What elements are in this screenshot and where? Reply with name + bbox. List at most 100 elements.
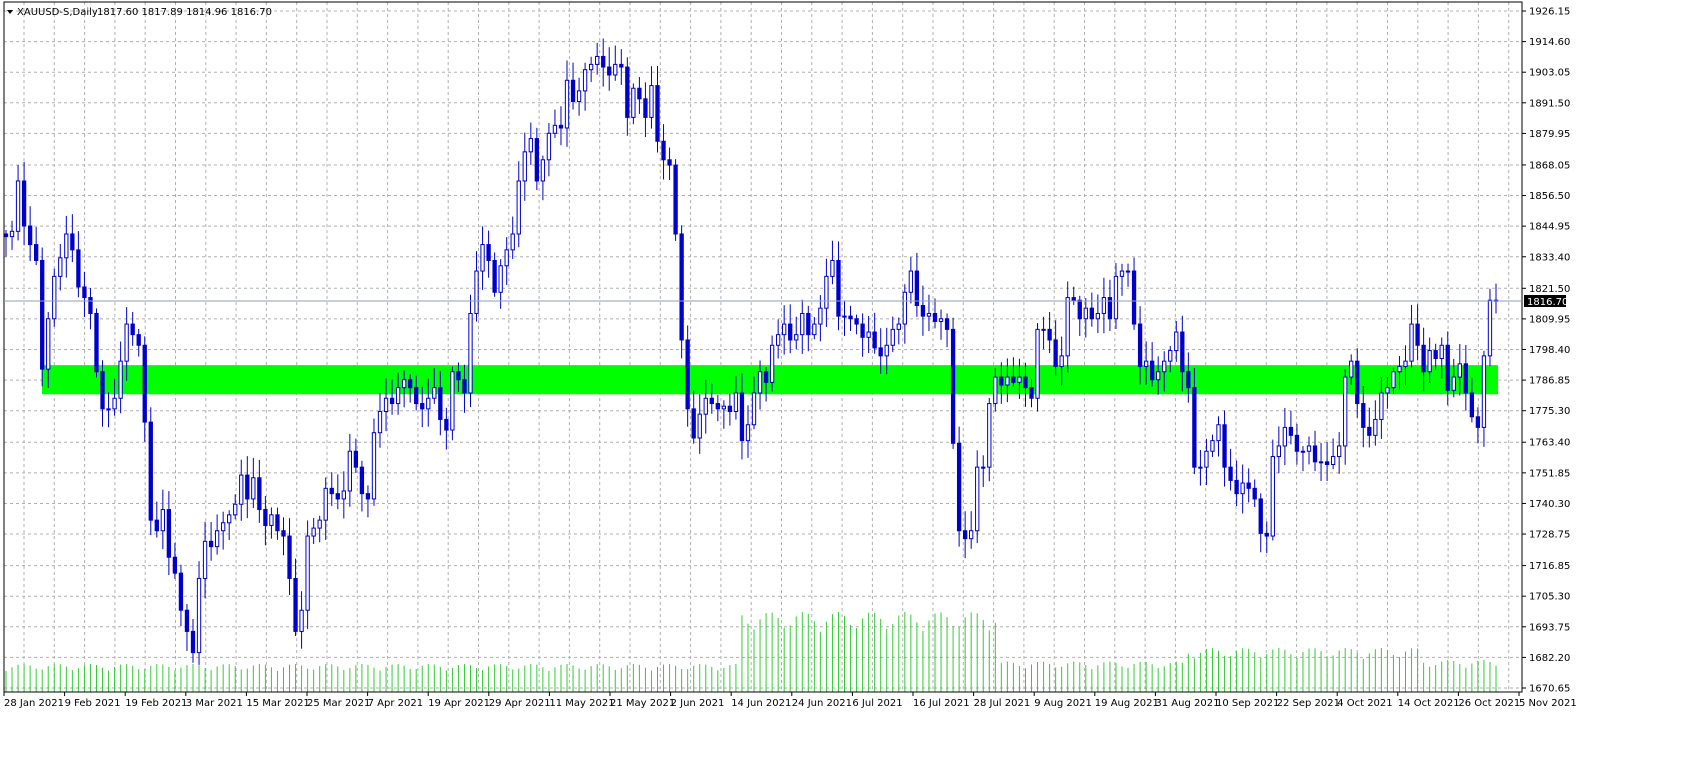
candle-bull	[1439, 344, 1444, 360]
candle-bear	[788, 323, 793, 341]
candle-bull	[745, 424, 751, 442]
candle-bull	[504, 249, 509, 267]
y-tick-label: 1868.05	[1529, 160, 1570, 171]
candle-bull	[118, 360, 123, 399]
candle-bear	[1246, 482, 1251, 489]
candle-bull	[202, 540, 208, 579]
candle-bull	[239, 474, 244, 505]
candle-bull	[896, 323, 901, 330]
candle-bear	[275, 514, 280, 532]
candle-bear	[739, 392, 745, 442]
candle-bull	[938, 318, 944, 322]
candle-bull	[323, 487, 328, 521]
candle-bear	[860, 323, 865, 338]
candle-bull	[1300, 450, 1306, 453]
candle-bear	[1415, 323, 1420, 346]
candle-bull	[1397, 365, 1402, 373]
candle-bull	[1409, 323, 1414, 362]
candle-bull	[1035, 328, 1040, 399]
candle-bull	[818, 307, 823, 325]
chart-root[interactable]: 1926.15 1914.60 1903.05 1891.50 1879.95 1868.…	[0, 0, 1682, 766]
candle-bear	[806, 312, 811, 336]
candle-bear	[1367, 426, 1372, 436]
candle-bull	[987, 403, 992, 468]
y-tick-label: 1705.30	[1529, 592, 1570, 603]
y-tick-label: 1775.30	[1529, 406, 1570, 417]
candle-bear	[962, 530, 968, 540]
candle-bear	[1361, 403, 1366, 428]
candle-bear	[1252, 487, 1257, 500]
candle-bear	[1011, 376, 1016, 383]
candle-bull	[812, 323, 817, 336]
candle-bear	[1294, 434, 1300, 452]
y-tick-label: 1670.65	[1529, 684, 1570, 695]
candle-bull	[782, 323, 787, 336]
y-tick-label: 1856.50	[1529, 191, 1570, 202]
candle-bull	[112, 397, 117, 410]
candle-bear	[914, 270, 920, 307]
candle-bull	[317, 519, 322, 529]
candle-bear	[353, 450, 359, 468]
candle-bull	[981, 466, 986, 469]
candle-bear	[172, 556, 178, 574]
candle-bear	[691, 408, 696, 439]
chart-header: XAUUSD-S,Daily 1817.60 1817.89 1814.96 1…	[7, 7, 272, 18]
candle-bear	[94, 312, 99, 373]
candle-bear	[287, 535, 292, 579]
candle-bear	[679, 233, 684, 341]
candle-bull	[1125, 270, 1131, 273]
candle-bull	[1318, 461, 1324, 464]
y-tick-label: 1833.40	[1529, 252, 1570, 263]
candle-bear	[727, 405, 733, 413]
price-chart[interactable]: 1926.15 1914.60 1903.05 1891.50 1879.95 1868.…	[0, 0, 1682, 766]
candle-bear	[190, 630, 196, 654]
x-tick-label: 29 Apr 2021	[489, 698, 551, 709]
candle-bull	[1198, 466, 1203, 469]
candle-bear	[601, 55, 606, 68]
x-tick-label: 7 Apr 2021	[368, 698, 423, 709]
candle-bear	[335, 493, 340, 500]
x-tick-label: 31 Aug 2021	[1155, 698, 1219, 709]
candle-bull	[1059, 355, 1064, 367]
y-tick-label: 1903.05	[1529, 68, 1570, 79]
candle-bear	[389, 397, 395, 405]
candle-bear	[1089, 307, 1094, 320]
y-tick-label: 1809.95	[1529, 314, 1570, 325]
candle-bull	[703, 397, 708, 415]
candle-bull	[1282, 426, 1288, 447]
candle-bull	[866, 331, 871, 338]
candle-bear	[456, 371, 461, 381]
candle-bull	[1101, 297, 1107, 314]
x-tick-label: 26 Oct 2021	[1458, 698, 1520, 709]
candle-bull	[564, 79, 570, 129]
candle-bear	[1475, 416, 1481, 428]
candle-bull	[432, 387, 437, 399]
candle-bull	[1210, 440, 1215, 452]
candle-bull	[975, 466, 980, 532]
x-tick-label: 28 Jan 2021	[4, 698, 64, 709]
candle-bear	[709, 397, 714, 405]
candle-bull	[214, 530, 220, 548]
candle-bear	[1463, 363, 1468, 394]
candle-bull	[1156, 371, 1161, 381]
candle-bull	[227, 514, 232, 524]
candle-bull	[311, 527, 316, 537]
candle-bear	[263, 509, 268, 526]
candle-bear	[178, 572, 184, 611]
candle-bull	[1385, 387, 1390, 394]
y-tick-label: 1682.20	[1529, 653, 1570, 664]
y-tick-label: 1891.50	[1529, 98, 1570, 109]
candle-bull	[1379, 392, 1384, 420]
candle-bull	[1391, 371, 1396, 389]
candle-bull	[1065, 297, 1070, 357]
candle-bull	[124, 323, 129, 362]
candle-bull	[510, 233, 515, 251]
candle-bear	[848, 315, 853, 320]
x-tick-label: 25 Mar 2021	[307, 698, 370, 709]
candle-bear	[136, 334, 141, 346]
candle-bear	[88, 297, 93, 314]
x-tick-label: 5 Nov 2021	[1519, 698, 1577, 709]
x-tick-label: 6 Jul 2021	[852, 698, 902, 709]
candle-bear	[329, 487, 334, 495]
candle-bull	[1403, 360, 1408, 367]
